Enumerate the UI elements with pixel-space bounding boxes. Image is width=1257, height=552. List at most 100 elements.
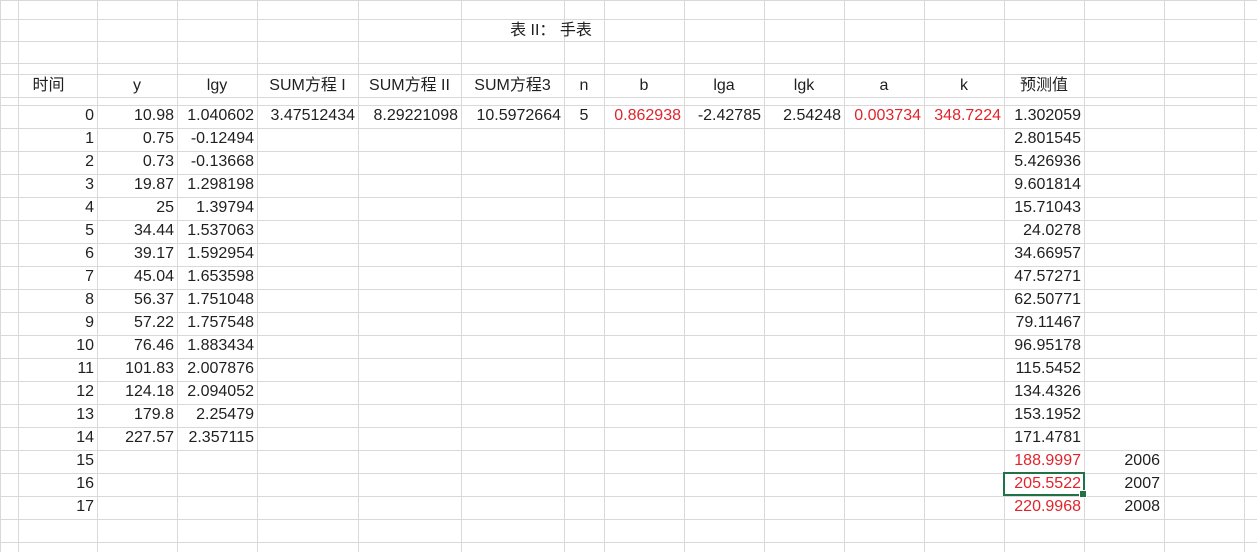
forecast-cell[interactable]: 171.4781 (1004, 427, 1084, 449)
param-a[interactable]: 0.003734 (844, 105, 924, 127)
lgy-cell[interactable]: 1.653598 (177, 266, 257, 288)
y-cell[interactable]: 19.87 (97, 174, 177, 196)
time-cell[interactable]: 5 (18, 220, 97, 242)
forecast-cell[interactable]: 79.11467 (1004, 312, 1084, 334)
lgy-cell[interactable]: 1.592954 (177, 243, 257, 265)
header-cell[interactable]: 时间 (0, 74, 97, 97)
forecast-cell[interactable]: 188.9997 (1004, 450, 1084, 472)
forecast-cell[interactable]: 15.71043 (1004, 197, 1084, 219)
column-gridline (1164, 0, 1165, 552)
forecast-cell[interactable]: 134.4326 (1004, 381, 1084, 403)
lgy-cell[interactable]: 2.007876 (177, 358, 257, 380)
row-gridline (0, 519, 1257, 520)
param-sum2[interactable]: 8.29221098 (358, 105, 461, 127)
header-cell[interactable]: lgy (177, 74, 257, 97)
header-cell[interactable]: b (604, 74, 684, 97)
time-cell[interactable]: 16 (18, 473, 97, 495)
forecast-cell[interactable]: 24.0278 (1004, 220, 1084, 242)
row-gridline (0, 542, 1257, 543)
time-cell[interactable]: 4 (18, 197, 97, 219)
param-lgk[interactable]: 2.54248 (764, 105, 844, 127)
time-cell[interactable]: 13 (18, 404, 97, 426)
header-cell[interactable]: 预测值 (1004, 74, 1084, 97)
y-cell[interactable]: 0.75 (97, 128, 177, 150)
param-n[interactable]: 5 (564, 105, 604, 127)
time-cell[interactable]: 17 (18, 496, 97, 518)
time-cell[interactable]: 6 (18, 243, 97, 265)
time-cell[interactable]: 0 (18, 105, 97, 127)
y-cell[interactable]: 45.04 (97, 266, 177, 288)
time-cell[interactable]: 12 (18, 381, 97, 403)
column-gridline (1244, 0, 1245, 552)
param-sum1[interactable]: 3.47512434 (257, 105, 358, 127)
param-b[interactable]: 0.862938 (604, 105, 684, 127)
time-cell[interactable]: 1 (18, 128, 97, 150)
time-cell[interactable]: 10 (18, 335, 97, 357)
year-cell[interactable]: 2006 (1084, 450, 1164, 472)
active-cell-selection[interactable] (1003, 472, 1087, 498)
header-cell[interactable]: SUM方程3 (461, 74, 564, 97)
time-cell[interactable]: 7 (18, 266, 97, 288)
forecast-cell[interactable]: 5.426936 (1004, 151, 1084, 173)
lgy-cell[interactable]: 1.537063 (177, 220, 257, 242)
time-cell[interactable]: 8 (18, 289, 97, 311)
lgy-cell[interactable]: 1.883434 (177, 335, 257, 357)
row-gridline (0, 63, 1257, 64)
y-cell[interactable]: 179.8 (97, 404, 177, 426)
lgy-cell[interactable]: 1.751048 (177, 289, 257, 311)
y-cell[interactable]: 34.44 (97, 220, 177, 242)
row-gridline (0, 0, 1257, 1)
forecast-cell[interactable]: 47.57271 (1004, 266, 1084, 288)
forecast-cell[interactable]: 96.95178 (1004, 335, 1084, 357)
year-cell[interactable]: 2007 (1084, 473, 1164, 495)
y-cell[interactable]: 101.83 (97, 358, 177, 380)
lgy-cell[interactable]: 2.25479 (177, 404, 257, 426)
param-k[interactable]: 348.7224 (924, 105, 1004, 127)
lgy-cell[interactable]: 2.094052 (177, 381, 257, 403)
lgy-cell[interactable]: -0.13668 (177, 151, 257, 173)
header-cell[interactable]: y (97, 74, 177, 97)
year-cell[interactable]: 2008 (1084, 496, 1164, 518)
spreadsheet-grid[interactable]: 表 II： 手表时间 y lgy SUM方程 I SUM方程 II SUM方程3 n b lga… (0, 0, 1257, 552)
y-cell[interactable]: 39.17 (97, 243, 177, 265)
header-cell[interactable]: SUM方程 II (358, 74, 461, 97)
fill-handle[interactable] (1079, 490, 1087, 498)
y-cell[interactable]: 57.22 (97, 312, 177, 334)
time-cell[interactable]: 2 (18, 151, 97, 173)
lgy-cell[interactable]: 1.39794 (177, 197, 257, 219)
lgy-cell[interactable]: -0.12494 (177, 128, 257, 150)
header-cell[interactable]: n (564, 74, 604, 97)
header-cell[interactable]: SUM方程 I (257, 74, 358, 97)
param-lga[interactable]: -2.42785 (684, 105, 764, 127)
forecast-cell[interactable]: 220.9968 (1004, 496, 1084, 518)
time-cell[interactable]: 15 (18, 450, 97, 472)
sheet-title[interactable]: 表 II： 手表 (451, 19, 651, 43)
y-cell[interactable]: 0.73 (97, 151, 177, 173)
forecast-cell[interactable]: 2.801545 (1004, 128, 1084, 150)
header-cell[interactable]: a (844, 74, 924, 97)
y-cell[interactable]: 76.46 (97, 335, 177, 357)
time-cell[interactable]: 14 (18, 427, 97, 449)
header-cell[interactable]: lga (684, 74, 764, 97)
y-cell[interactable]: 56.37 (97, 289, 177, 311)
forecast-cell[interactable]: 62.50771 (1004, 289, 1084, 311)
time-cell[interactable]: 3 (18, 174, 97, 196)
param-sum3[interactable]: 10.5972664 (461, 105, 564, 127)
time-cell[interactable]: 11 (18, 358, 97, 380)
y-cell[interactable]: 124.18 (97, 381, 177, 403)
lgy-cell[interactable]: 1.757548 (177, 312, 257, 334)
lgy-cell[interactable]: 2.357115 (177, 427, 257, 449)
header-cell[interactable]: lgk (764, 74, 844, 97)
lgy-cell[interactable]: 1.298198 (177, 174, 257, 196)
y-cell[interactable]: 227.57 (97, 427, 177, 449)
forecast-cell[interactable]: 34.66957 (1004, 243, 1084, 265)
forecast-cell[interactable]: 1.302059 (1004, 105, 1084, 127)
y-cell[interactable]: 10.98 (97, 105, 177, 127)
forecast-cell[interactable]: 153.1952 (1004, 404, 1084, 426)
time-cell[interactable]: 9 (18, 312, 97, 334)
y-cell[interactable]: 25 (97, 197, 177, 219)
forecast-cell[interactable]: 9.601814 (1004, 174, 1084, 196)
lgy-cell[interactable]: 1.040602 (177, 105, 257, 127)
header-cell[interactable]: k (924, 74, 1004, 97)
forecast-cell[interactable]: 115.5452 (1004, 358, 1084, 380)
